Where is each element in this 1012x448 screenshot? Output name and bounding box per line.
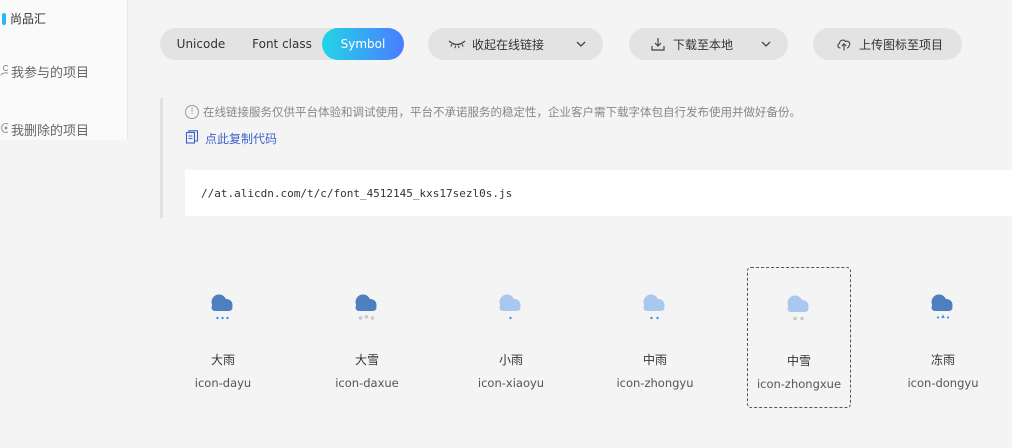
tab-symbol[interactable]: Symbol: [322, 28, 404, 60]
icon-name: 中雪: [786, 354, 811, 368]
user-icon: [0, 64, 8, 80]
icon-card-dongyu[interactable]: 冻雨 icon-dongyu: [891, 267, 995, 408]
tab-font-class[interactable]: Font class: [242, 28, 322, 60]
icon-name: 小雨: [498, 353, 523, 367]
download-local-button[interactable]: 下载至本地: [629, 28, 788, 60]
light-rain-icon: [499, 294, 521, 320]
sidebar-item-label: 尚品汇: [10, 12, 47, 26]
icon-code: icon-xiaoyu: [477, 376, 545, 390]
icon-grid: 大雨 icon-dayu 大雪 icon-daxue 小雨 icon-xiaoy…: [0, 267, 1012, 409]
copy-code-label: 点此复制代码: [205, 132, 278, 146]
sidebar-item-joined-projects[interactable]: 我参与的项目: [0, 62, 89, 81]
heavy-rain-icon: [211, 294, 233, 320]
icon-card-xiaoyu[interactable]: 小雨 icon-xiaoyu: [459, 267, 563, 408]
icon-name: 中雨: [642, 353, 667, 367]
notice-text: 在线链接服务仅供平台体验和调试使用，平台不承诺服务的稳定性，企业客户需下载字体包…: [203, 105, 801, 119]
download-icon: [649, 37, 667, 51]
icon-card-dayu[interactable]: 大雨 icon-dayu: [171, 267, 275, 408]
icon-card-zhongyu[interactable]: 中雨 icon-zhongyu: [603, 267, 707, 408]
copy-code-link[interactable]: 点此复制代码: [185, 130, 277, 147]
sidebar-item-deleted-projects[interactable]: 我删除的项目: [0, 120, 89, 139]
sidebar: 尚品汇 我参与的项目 我删除的项目: [0, 0, 128, 140]
icon-code: icon-zhongyu: [616, 376, 694, 390]
icon-code: icon-dongyu: [907, 376, 979, 390]
icon-name: 大雨: [210, 353, 235, 367]
chevron-down-icon: [760, 38, 772, 53]
online-link-panel: ! 在线链接服务仅供平台体验和调试使用，平台不承诺服务的稳定性，企业客户需下载字…: [160, 98, 1012, 218]
freezing-rain-icon: [931, 294, 953, 319]
tab-unicode[interactable]: Unicode: [160, 28, 242, 60]
heavy-snow-icon: [355, 294, 377, 320]
copy-icon: [185, 130, 205, 147]
cloud-upload-icon: [835, 37, 853, 51]
upload-icons-label: 上传图标至项目: [859, 37, 944, 52]
info-icon: !: [185, 105, 199, 119]
upload-icons-button[interactable]: 上传图标至项目: [813, 28, 962, 60]
code-snippet[interactable]: //at.alicdn.com/t/c/font_4512145_kxs17se…: [185, 170, 1012, 216]
active-marker: [2, 12, 6, 25]
eye-closed-icon: [448, 37, 466, 51]
moderate-rain-icon: [643, 294, 665, 320]
moderate-snow-icon: [787, 295, 809, 321]
icon-name: 冻雨: [930, 353, 955, 367]
trash-icon: [0, 122, 8, 138]
collapse-online-link-button[interactable]: 收起在线链接: [428, 28, 603, 60]
sidebar-item-label: 我删除的项目: [11, 124, 90, 139]
sidebar-item-current-project[interactable]: 尚品汇: [0, 10, 46, 27]
sidebar-item-label: 我参与的项目: [11, 66, 90, 81]
chevron-down-icon: [575, 38, 587, 53]
download-local-label: 下载至本地: [673, 37, 734, 52]
code-snippet-text: //at.alicdn.com/t/c/font_4512145_kxs17se…: [201, 186, 513, 200]
icon-card-daxue[interactable]: 大雪 icon-daxue: [315, 267, 419, 408]
icon-name: 大雪: [354, 353, 379, 367]
icon-card-zhongxue[interactable]: 中雪 icon-zhongxue: [747, 267, 851, 408]
notice-message: ! 在线链接服务仅供平台体验和调试使用，平台不承诺服务的稳定性，企业客户需下载字…: [185, 104, 801, 120]
icon-code: icon-dayu: [194, 376, 252, 390]
icon-code: icon-daxue: [335, 376, 399, 390]
collapse-online-link-label: 收起在线链接: [472, 37, 545, 52]
icon-code: icon-zhongxue: [756, 377, 842, 391]
code-mode-switch: Unicode Font class Symbol: [160, 28, 404, 60]
